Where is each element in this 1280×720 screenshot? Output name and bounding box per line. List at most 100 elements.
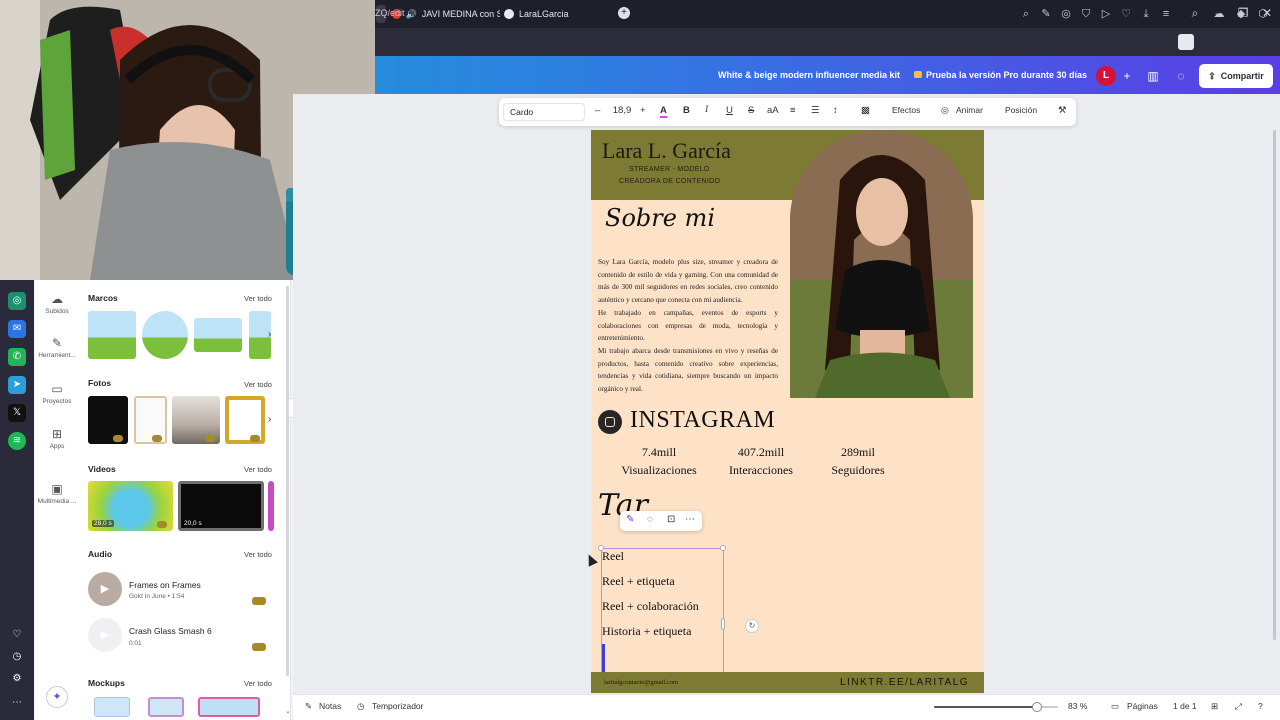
play-icon[interactable]: ▷ — [1099, 7, 1113, 21]
comment-icon[interactable]: ◌ — [1171, 66, 1191, 86]
about-title[interactable]: Sobre mi — [605, 204, 715, 232]
document-title[interactable]: White & beige modern influencer media ki… — [718, 70, 900, 80]
see-all-marcos[interactable]: Ver todo — [244, 294, 272, 303]
frame-thumb[interactable] — [194, 318, 242, 352]
share-button[interactable]: ⇪ Compartir — [1199, 64, 1273, 88]
settings-cube-icon[interactable]: ⬡ — [1256, 7, 1270, 21]
notes-button[interactable]: Notas — [319, 701, 341, 711]
avatar[interactable]: L — [1096, 66, 1116, 86]
stat-block[interactable]: 407.2mill Interacciones — [713, 445, 809, 478]
see-all-fotos[interactable]: Ver todo — [244, 380, 272, 389]
contact-email[interactable]: laritalgcontacto@gmail.com — [604, 679, 678, 686]
frame-thumb[interactable] — [88, 311, 136, 359]
align-icon[interactable]: ≡ — [790, 105, 796, 116]
insights-chart-icon[interactable]: ▥ — [1143, 66, 1163, 86]
spotify-icon[interactable]: ≋ — [8, 432, 26, 450]
strikethrough-icon[interactable]: S — [748, 105, 754, 116]
more-options-icon[interactable]: ⋯ — [685, 514, 695, 525]
page-subtitle-1[interactable]: STREAMER - MODELO — [629, 166, 710, 173]
rate-item[interactable]: Reel + colaboración — [602, 599, 699, 614]
decrease-size-button[interactable]: – — [595, 105, 600, 116]
extension-icon[interactable]: ☁ — [1212, 7, 1226, 21]
x-icon[interactable]: 𝕏 — [8, 404, 26, 422]
video-thumb[interactable] — [268, 481, 274, 531]
more-icon[interactable]: ⋯ — [8, 694, 26, 712]
nav-projects[interactable]: ▭ Proyectos — [35, 380, 79, 405]
whatsapp-icon[interactable]: ✆ — [8, 348, 26, 366]
messenger-icon[interactable]: ✉ — [8, 320, 26, 338]
instagram-title[interactable]: INSTAGRAM — [630, 407, 775, 434]
resize-handle[interactable] — [720, 545, 726, 551]
case-icon[interactable]: aA — [767, 105, 779, 116]
telegram-icon[interactable]: ➤ — [8, 376, 26, 394]
tab-javi-medina[interactable]: 🔊 JAVI MEDINA con SAL — [392, 4, 500, 24]
magic-write-icon[interactable]: ✎ — [626, 514, 634, 525]
chevron-right-icon[interactable]: › — [268, 329, 271, 340]
resize-handle[interactable] — [721, 618, 725, 630]
italic-icon[interactable]: I — [705, 105, 708, 115]
lock-icon[interactable]: ⊡ — [667, 514, 675, 525]
paint-format-icon[interactable]: ⚒ — [1058, 105, 1067, 116]
rate-item[interactable]: Reel — [602, 549, 624, 564]
edit-icon[interactable]: ✎ — [1039, 7, 1053, 21]
chatgpt-icon[interactable]: ◎ — [8, 292, 26, 310]
rate-item[interactable]: Historia + etiqueta — [602, 624, 691, 639]
animate-button[interactable]: Animar — [956, 105, 983, 115]
audio-play-button[interactable]: ▶ — [88, 572, 122, 606]
profile-photo[interactable] — [790, 130, 973, 398]
settings-icon[interactable]: ⚙ — [8, 670, 26, 688]
camera-icon[interactable]: ◎ — [1059, 7, 1073, 21]
see-all-audio[interactable]: Ver todo — [244, 550, 272, 559]
stat-block[interactable]: 7.4mill Visualizaciones — [611, 445, 707, 478]
canvas-scrollbar[interactable] — [1273, 130, 1276, 640]
font-selector[interactable]: Cardo — [503, 103, 585, 121]
add-collaborator-icon[interactable]: + — [1117, 66, 1137, 86]
help-icon[interactable]: ? — [1258, 701, 1263, 711]
chevron-right-icon[interactable]: › — [268, 414, 271, 425]
font-size-input[interactable]: 18,9 — [610, 105, 634, 116]
pro-trial-button[interactable]: Prueba la versión Pro durante 30 días — [926, 70, 1087, 80]
audio-title[interactable]: Frames on Frames — [129, 580, 201, 590]
see-all-mockups[interactable]: Ver todo — [244, 679, 272, 688]
nav-tools[interactable]: ✎ Herramient... — [35, 334, 79, 359]
url-field[interactable]: ZQ/edit — [375, 8, 405, 18]
new-tab-button[interactable]: + — [618, 7, 630, 19]
audio-play-button[interactable]: ▶ — [88, 618, 122, 652]
timer-button[interactable]: Temporizador — [372, 701, 424, 711]
list-icon[interactable]: ☰ — [811, 105, 820, 116]
grid-view-icon[interactable]: ⊞ — [1211, 701, 1218, 712]
page-name[interactable]: Lara L. García — [602, 138, 731, 164]
fullscreen-icon[interactable]: ⤢ — [1235, 701, 1242, 712]
panel-scrollbar[interactable] — [286, 286, 289, 676]
nav-media[interactable]: ▣ Multimedia ... — [35, 480, 79, 505]
comment-add-icon[interactable]: ◌ — [647, 514, 653, 525]
effects-button[interactable]: Efectos — [892, 105, 920, 115]
position-button[interactable]: Posición — [1005, 105, 1037, 115]
rate-item[interactable]: Reel + etiqueta — [602, 574, 675, 589]
history-clock-icon[interactable]: ◷ — [8, 648, 26, 666]
increase-size-button[interactable]: + — [640, 105, 646, 116]
page-subtitle-2[interactable]: CREADORA DE CONTENIDO — [619, 178, 720, 185]
spacing-icon[interactable]: ↕ — [833, 105, 838, 116]
design-page[interactable]: Lara L. García STREAMER - MODELO CREADOR… — [591, 130, 984, 693]
audio-title[interactable]: Crash Glass Smash 6 — [129, 626, 212, 636]
nav-uploads[interactable]: ☁ Subidos — [35, 290, 79, 315]
pages-button[interactable]: Páginas — [1127, 701, 1158, 711]
zoom-icon[interactable]: ⌕ — [1019, 7, 1033, 21]
photo-thumb[interactable] — [134, 396, 167, 444]
transparency-icon[interactable]: ▩ — [861, 105, 870, 116]
bold-icon[interactable]: B — [683, 105, 690, 116]
heart-icon[interactable]: ♡ — [1119, 7, 1133, 21]
see-all-videos[interactable]: Ver todo — [244, 465, 272, 474]
magic-assistant-icon[interactable]: ✦ — [46, 686, 68, 708]
wallet-icon[interactable]: ◆ — [1234, 7, 1248, 21]
mockup-thumb[interactable] — [148, 697, 184, 717]
stat-block[interactable]: 289mil Seguidores — [810, 445, 906, 478]
rotate-handle[interactable]: ↻ — [745, 619, 759, 633]
favorites-heart-icon[interactable]: ♡ — [8, 626, 26, 644]
mockup-thumb[interactable] — [94, 697, 130, 717]
mockup-thumb[interactable] — [198, 697, 260, 717]
tab-laralgarcia[interactable]: LaraLGarcia — [504, 4, 614, 24]
zoom-value[interactable]: 83 % — [1068, 701, 1087, 711]
about-text[interactable]: Soy Lara García, modelo plus size, strea… — [598, 256, 778, 396]
